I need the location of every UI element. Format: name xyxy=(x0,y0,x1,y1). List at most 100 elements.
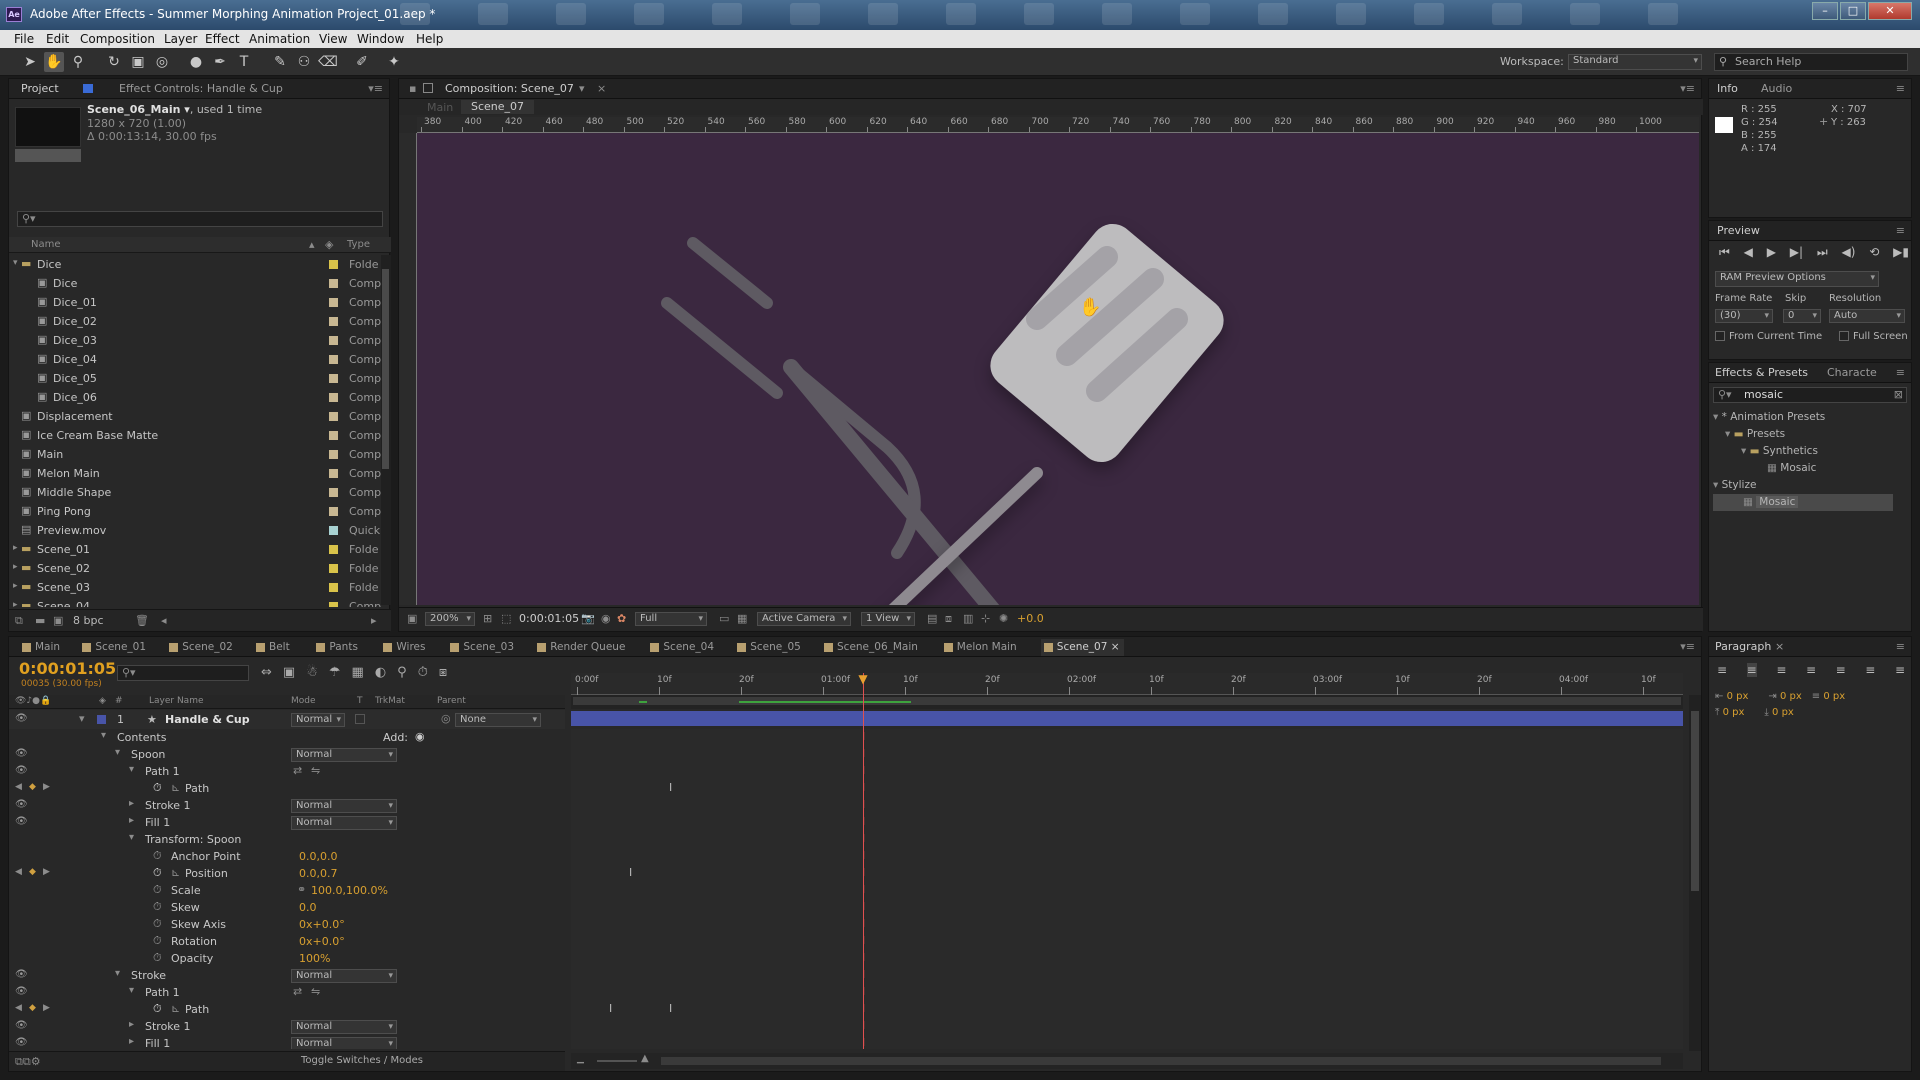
frame-blending-icon[interactable]: ▦ xyxy=(352,665,364,683)
blend-mode-dropdown[interactable]: Normal xyxy=(291,816,397,830)
panel-menu-icon[interactable]: ▾≡ xyxy=(1680,640,1695,653)
graph-icon[interactable]: ⊾ xyxy=(171,781,180,794)
minimize-button[interactable]: – xyxy=(1812,2,1838,20)
property-value[interactable]: 0x+0.0° xyxy=(299,935,345,948)
close-button[interactable]: ✕ xyxy=(1868,2,1912,20)
twirl-icon[interactable]: ▾ xyxy=(115,747,120,758)
tab-info[interactable]: Info xyxy=(1717,82,1738,95)
property-row[interactable]: 👁 ▾ Stroke Normal xyxy=(9,967,565,984)
eye-icon[interactable]: 👁 xyxy=(15,799,28,810)
tab-preview[interactable]: Preview xyxy=(1717,224,1760,237)
project-item[interactable]: ▣ Dice_06 Comp xyxy=(9,388,381,407)
always-preview-icon[interactable]: ▣ xyxy=(407,612,417,625)
project-item[interactable]: ▣ Dice_01 Comp xyxy=(9,293,381,312)
stopwatch-icon[interactable]: ⏱ xyxy=(153,917,162,931)
justify-all-icon[interactable]: ≡ xyxy=(1895,663,1905,677)
next-keyframe-icon[interactable]: ▶ xyxy=(43,867,50,877)
col-t[interactable]: T xyxy=(357,696,363,706)
tree-mosaic-effect[interactable]: ▦ Mosaic xyxy=(1713,494,1893,511)
menu-layer[interactable]: Layer xyxy=(164,32,197,46)
motion-blur-icon[interactable]: ◐ xyxy=(375,665,386,683)
menu-composition[interactable]: Composition xyxy=(80,32,155,46)
project-search-input[interactable]: ⚲▾ xyxy=(17,211,383,227)
zoom-out-icon[interactable]: ▁ xyxy=(577,1054,584,1064)
tree-synthetics[interactable]: ▾ ▬ Synthetics xyxy=(1713,443,1903,460)
panel-menu-icon[interactable]: ≡ xyxy=(1896,366,1905,379)
loop-icon[interactable]: ⟲ xyxy=(1869,245,1879,261)
first-frame-icon[interactable]: ⏮ xyxy=(1719,245,1730,261)
project-item[interactable]: ▣ Dice Comp xyxy=(9,274,381,293)
label-color[interactable] xyxy=(329,317,338,326)
comp-dropdown-icon[interactable]: ▾ xyxy=(579,82,585,95)
property-row[interactable]: ⏱ Opacity 100% xyxy=(9,950,565,967)
keyframe-icon[interactable]: I xyxy=(669,1002,672,1015)
play-icon[interactable]: ▶ xyxy=(1767,245,1776,261)
toggle-switches-modes[interactable]: Toggle Switches / Modes xyxy=(301,1055,423,1066)
property-row[interactable]: 👁 ▸ Stroke 1 Normal xyxy=(9,1018,565,1035)
layer-mode-dropdown[interactable]: Normal xyxy=(291,713,345,727)
skip-dropdown[interactable]: 0 xyxy=(1783,309,1821,323)
graph-icon[interactable]: ⊾ xyxy=(171,866,180,879)
property-row[interactable]: 👁 ▾ Path 1 ⇄ ⇋ xyxy=(9,763,565,780)
col-mode[interactable]: Mode xyxy=(291,696,316,706)
project-item[interactable]: ▣ Ice Cream Base Matte Comp xyxy=(9,426,381,445)
project-item[interactable]: ▣ Displacement Comp xyxy=(9,407,381,426)
menu-window[interactable]: Window xyxy=(357,32,404,46)
add-keyframe-icon[interactable]: ◆ xyxy=(29,1003,36,1013)
next-keyframe-icon[interactable]: ▶ xyxy=(43,782,50,792)
layer-label-color[interactable] xyxy=(97,715,106,724)
camera-dropdown[interactable]: Active Camera xyxy=(757,612,851,626)
property-row[interactable]: ⏱ Rotation 0x+0.0° xyxy=(9,933,565,950)
search-help-field[interactable]: ⚲ Search Help xyxy=(1714,53,1908,71)
tab-composition[interactable]: Composition: Scene_07 xyxy=(445,82,574,95)
twirl-icon[interactable]: ▸ xyxy=(13,581,18,591)
col-trkmat[interactable]: TrkMat xyxy=(375,696,405,706)
expand-switches-icon[interactable]: ⧉⧉⚙ xyxy=(15,1055,41,1069)
property-row[interactable]: ◀ ◆ ▶ ⏱ ⊾ Path xyxy=(9,1001,565,1018)
property-row[interactable]: 👁 ▸ Fill 1 Normal xyxy=(9,1035,565,1049)
blend-mode-dropdown[interactable]: Normal xyxy=(291,1020,397,1034)
tab-character[interactable]: Characte xyxy=(1827,366,1877,379)
ram-preview-dropdown[interactable]: RAM Preview Options xyxy=(1715,271,1879,287)
draft-3d-icon[interactable]: ☃ xyxy=(306,665,318,683)
property-value[interactable]: 0.0 xyxy=(299,901,317,914)
lock-icon[interactable]: ▪ xyxy=(409,82,416,95)
label-color[interactable] xyxy=(329,279,338,288)
prev-keyframe-icon[interactable]: ◀ xyxy=(15,867,22,877)
brainstorm-icon[interactable]: ⚲ xyxy=(397,665,407,683)
clear-search-icon[interactable]: ⊠ xyxy=(1894,388,1903,402)
rotate-tool-icon[interactable]: ↻ xyxy=(104,52,124,72)
graph-icon[interactable]: ⊾ xyxy=(171,1002,180,1015)
transparency-grid-icon[interactable]: ▦ xyxy=(737,612,747,625)
tree-animation-presets[interactable]: ▾ * Animation Presets xyxy=(1713,409,1903,426)
property-row[interactable]: ⏱ Anchor Point 0.0,0.0 xyxy=(9,848,565,865)
col-parent[interactable]: Parent xyxy=(437,696,466,706)
time-ruler[interactable]: 0:00f 10f 20f 01:00f 10f 20f 02:00f 10f 20f 03:00… xyxy=(571,673,1683,695)
project-item[interactable]: ▣ Dice_02 Comp xyxy=(9,312,381,331)
work-area-bar[interactable] xyxy=(571,695,1683,709)
comp-timecode[interactable]: 0:00:01:05 xyxy=(519,612,579,625)
flowchart-icon[interactable]: ⊹ xyxy=(981,612,990,625)
tab-scene-02[interactable]: Scene_02 xyxy=(166,639,249,656)
label-color[interactable] xyxy=(329,260,338,269)
space-before-value[interactable]: 0 px xyxy=(1723,707,1745,718)
exposure-icon[interactable]: ✺ xyxy=(999,612,1008,625)
menu-effect[interactable]: Effect xyxy=(205,32,240,46)
comp-mini-flowchart-icon[interactable]: ⇔ xyxy=(261,665,272,683)
panel-menu-icon[interactable]: ≡ xyxy=(1896,224,1905,237)
frame-rate-dropdown[interactable]: (30) xyxy=(1715,309,1773,323)
label-color[interactable] xyxy=(329,412,338,421)
layer-duration-bar[interactable] xyxy=(571,711,1683,726)
mute-icon[interactable]: ◀) xyxy=(1842,245,1856,261)
justify-left-icon[interactable]: ≡ xyxy=(1806,663,1816,677)
panel-menu-icon[interactable]: ≡ xyxy=(1896,82,1905,95)
stopwatch-icon[interactable]: ⏱ xyxy=(153,781,162,795)
eye-icon[interactable]: 👁 xyxy=(15,986,28,997)
project-item[interactable]: ▸ ▬ Scene_02 Folde xyxy=(9,559,381,578)
menu-help[interactable]: Help xyxy=(416,32,443,46)
col-type[interactable]: Type xyxy=(347,239,370,250)
property-value[interactable]: 0.0,0.7 xyxy=(299,867,337,880)
justify-center-icon[interactable]: ≡ xyxy=(1836,663,1846,677)
project-item[interactable]: ▣ Dice_03 Comp xyxy=(9,331,381,350)
panel-menu-icon[interactable]: ≡ xyxy=(1896,640,1905,653)
